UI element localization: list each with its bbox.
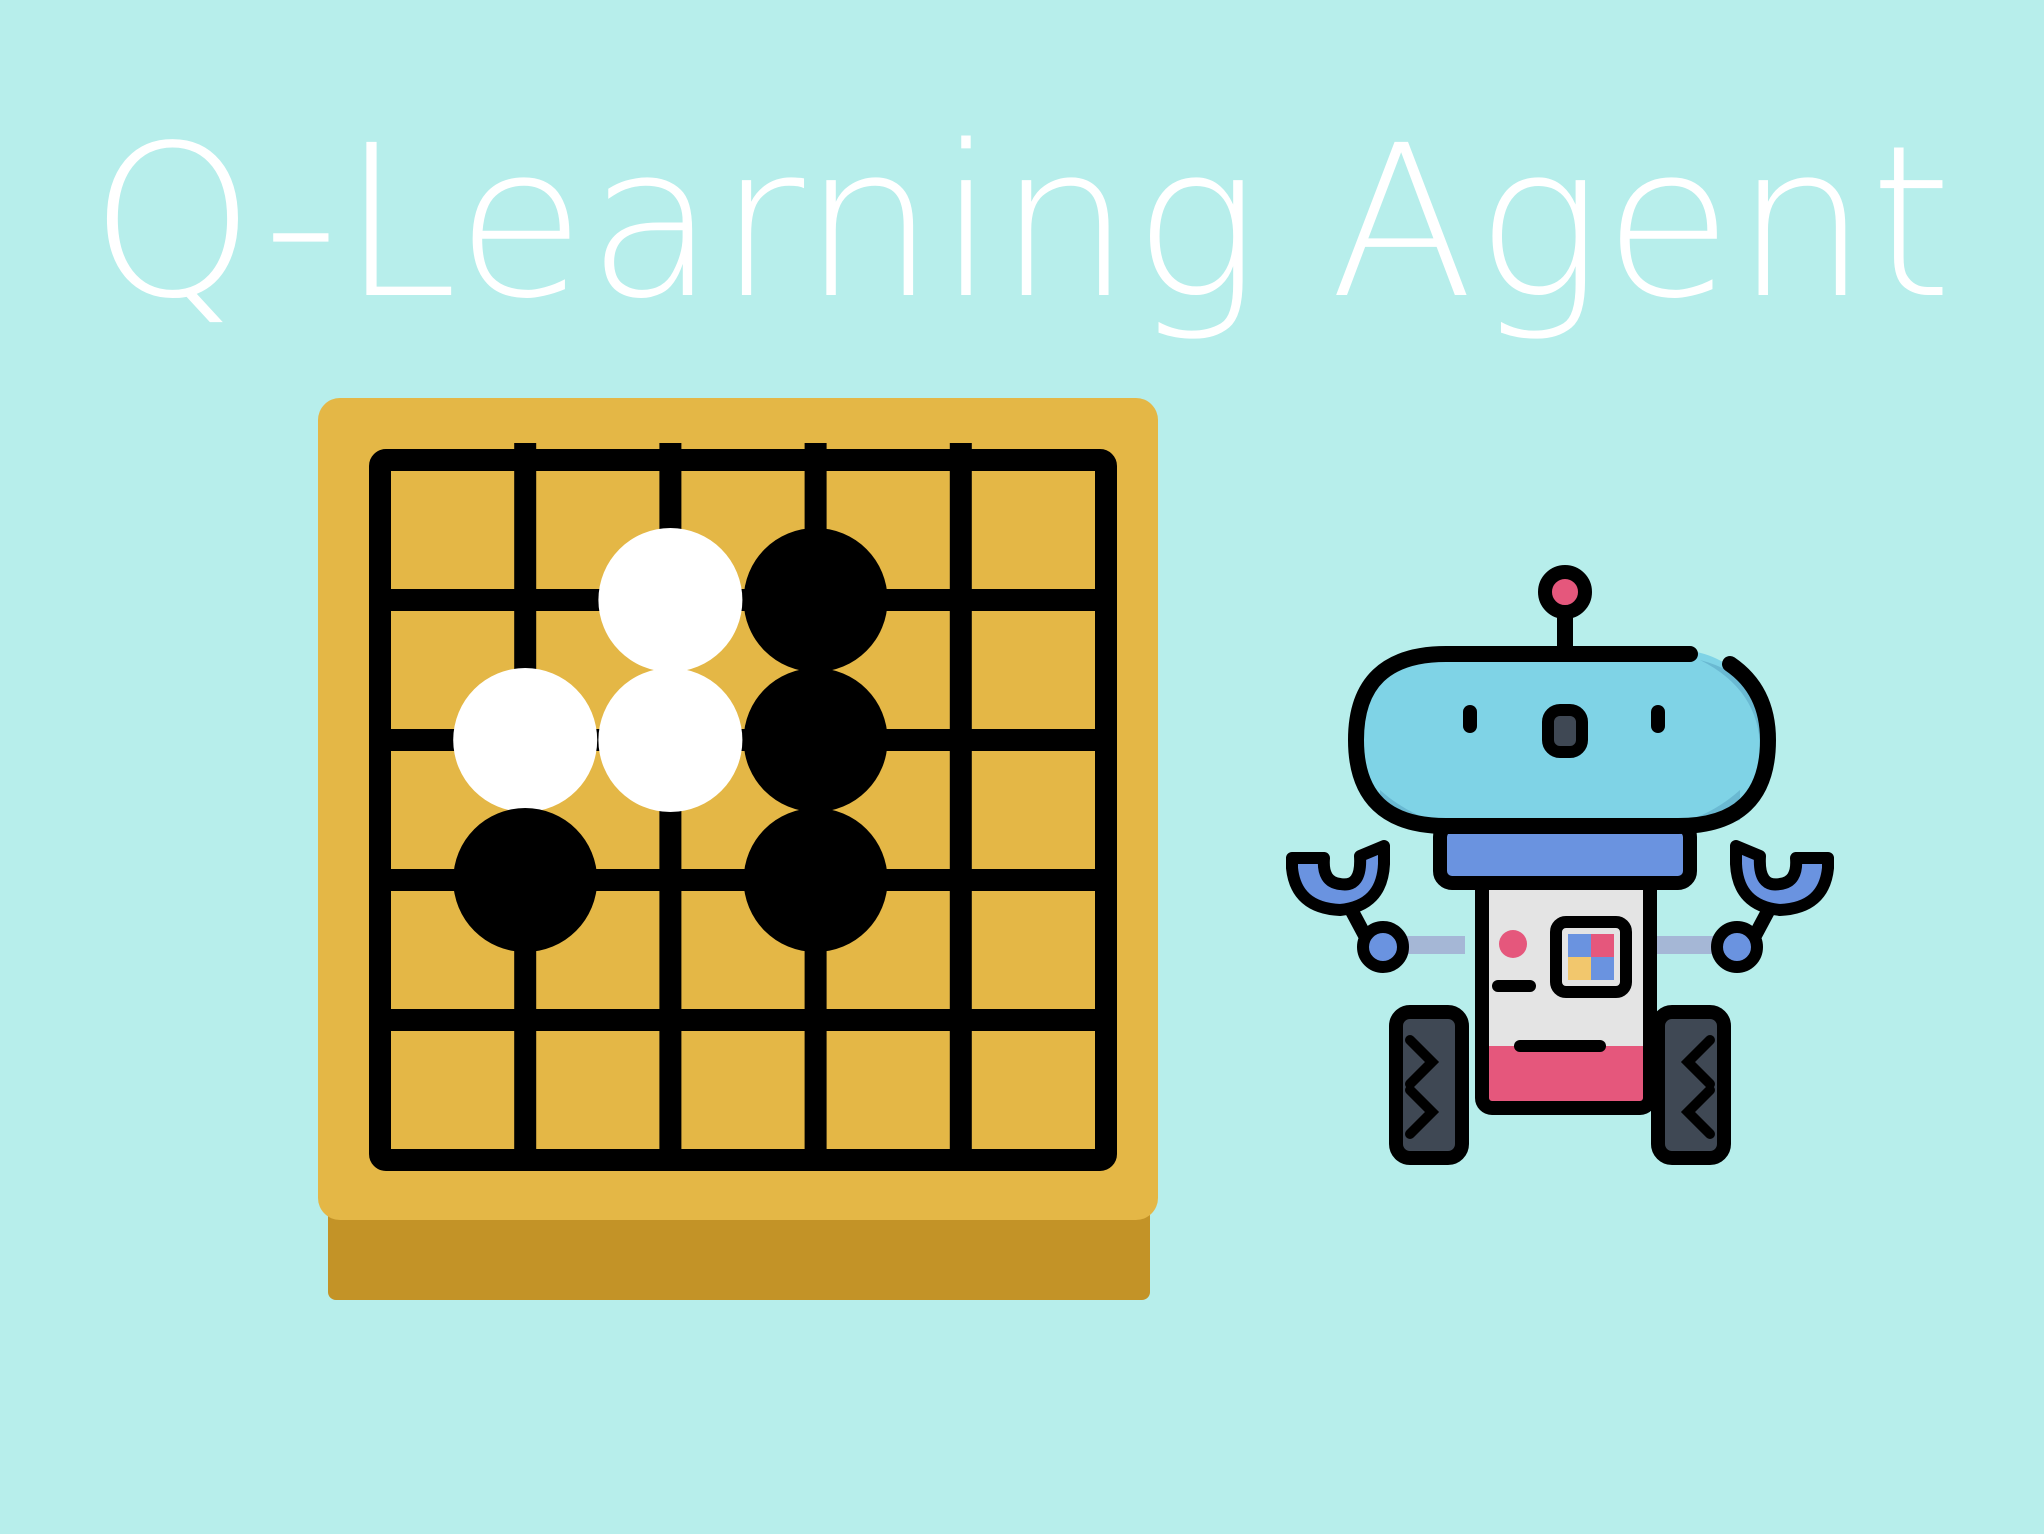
white-stone (598, 528, 743, 672)
black-stone (453, 808, 598, 952)
robot-screen (1550, 916, 1632, 998)
robot-head (1348, 646, 1776, 834)
white-stone (598, 668, 743, 812)
black-stone (743, 528, 888, 672)
go-board-icon (318, 398, 1158, 1300)
robot-icon (1286, 565, 1834, 1165)
robot-body (1475, 869, 1657, 1115)
black-stone (743, 808, 888, 952)
robot-right-wheel (1651, 1005, 1731, 1165)
page-title: Q-Learning Agent (89, 100, 1955, 345)
robot-mouth (1542, 704, 1588, 758)
white-stone (453, 668, 598, 812)
robot-antenna-light (1538, 565, 1592, 619)
black-stone (743, 668, 888, 812)
robot-body-light (1499, 930, 1527, 958)
robot-left-wheel (1389, 1005, 1469, 1165)
board-face (318, 398, 1158, 1220)
